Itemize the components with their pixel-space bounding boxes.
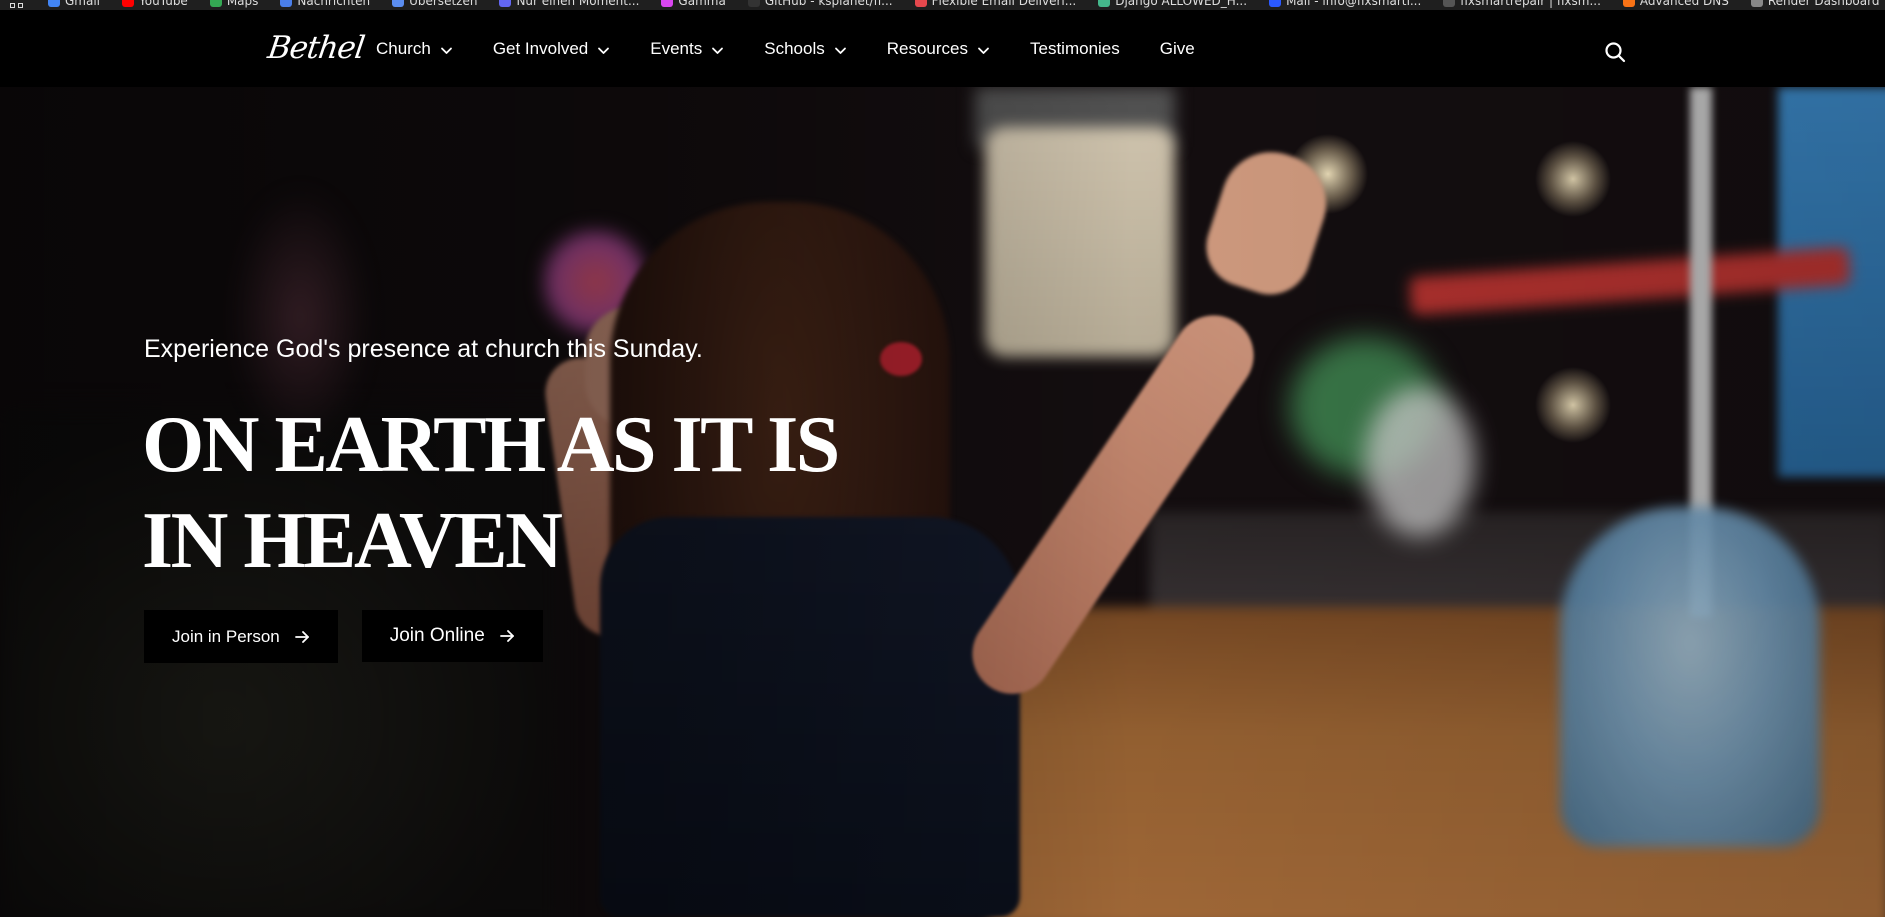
join-in-person-label: Join in Person (172, 626, 280, 646)
join-online-label: Join Online (389, 625, 485, 646)
nav-item-give[interactable]: Give (1160, 39, 1195, 59)
nav-item-label: Schools (764, 38, 825, 58)
chevron-down-icon (440, 42, 453, 55)
bookmark-item[interactable]: Nachrichten (280, 0, 370, 8)
nav-item-label: Testimonies (1030, 38, 1120, 58)
hero-subtitle: Experience God's presence at church this… (144, 335, 703, 363)
bookmark-item[interactable]: Flexible Email Deliveri... (914, 0, 1077, 8)
nav-item-label: Give (1159, 38, 1195, 58)
bookmark-item[interactable]: fixsmartrepair | fixsm... (1443, 0, 1601, 8)
bookmark-label: Nachrichten (297, 0, 371, 8)
bookmark-favicon-icon (122, 0, 135, 7)
bookmark-label: Gmail (65, 0, 101, 8)
bookmark-item[interactable]: GitHub - ksplanet/fl... (747, 0, 893, 8)
bookmark-item[interactable]: YouTube (122, 0, 188, 8)
bookmark-favicon-icon (747, 0, 760, 7)
bookmark-label: Render Dashboard (1767, 0, 1880, 8)
site-logo[interactable]: Bethel (265, 30, 366, 66)
bookmark-item[interactable]: Django ALLOWED_H... (1098, 0, 1247, 8)
bookmark-favicon-icon (1098, 0, 1111, 7)
bookmark-item[interactable]: Nur einen Moment... (499, 0, 639, 8)
bookmarks-list: Gmail YouTube Maps Nachrichten Übersetzen Nur… (0, 0, 1885, 10)
bookmark-item[interactable]: Render Dashboard (1750, 0, 1880, 8)
bookmark-item[interactable]: Advanced DNS (1622, 0, 1729, 8)
nav-item-testimonies[interactable]: Testimonies (1030, 39, 1120, 59)
hero-title-line2: IN HEAVEN (142, 497, 563, 585)
bookmark-favicon-icon (48, 0, 60, 7)
nav-item-get-involved[interactable]: Get Involved (493, 39, 610, 59)
bookmark-favicon-icon (1622, 0, 1635, 7)
nav-item-church[interactable]: Church (376, 39, 453, 59)
bookmark-item[interactable]: Maps (209, 0, 259, 8)
bookmark-favicon-icon (499, 0, 512, 7)
bookmark-label: Mail - info@fixsmartf... (1286, 0, 1422, 8)
bookmark-item[interactable]: Übersetzen (392, 0, 477, 8)
chevron-down-icon (834, 42, 847, 55)
chevron-down-icon (977, 42, 990, 55)
arrow-right-icon (499, 628, 515, 644)
bookmark-favicon-icon (1269, 0, 1282, 7)
bookmarks-bar: Gmail YouTube Maps Nachrichten Übersetzen Nur… (0, 0, 1885, 10)
bookmark-label: Flexible Email Deliveri... (931, 0, 1077, 8)
bookmark-favicon-icon (280, 0, 293, 7)
bookmark-label: Übersetzen (409, 0, 478, 8)
bookmark-item[interactable]: Mail - info@fixsmartf... (1269, 0, 1421, 8)
join-in-person-button[interactable]: Join in Person (144, 610, 338, 663)
apps-grid-icon[interactable] (10, 0, 24, 8)
hero-buttons: Join in Person Join Online (144, 610, 543, 663)
bookmark-label: Gamma (678, 0, 726, 8)
bookmark-label: GitHub - ksplanet/fl... (764, 0, 893, 8)
join-online-button[interactable]: Join Online (361, 610, 543, 662)
bookmark-favicon-icon (1750, 0, 1763, 7)
bookmark-item[interactable]: Gamma (661, 0, 726, 8)
bookmark-favicon-icon (209, 0, 222, 7)
chevron-down-icon (711, 42, 724, 55)
nav-item-label: Resources (886, 38, 968, 58)
bookmark-label: Nur einen Moment... (516, 0, 640, 8)
search-icon[interactable] (1603, 40, 1627, 64)
bookmark-label: Maps (226, 0, 259, 8)
nav-menu: Church Get Involved Events Schools Resources… (376, 10, 1235, 87)
nav-item-label: Church (376, 38, 431, 58)
bookmark-label: YouTube (139, 0, 188, 8)
nav-item-label: Events (650, 38, 703, 58)
bookmark-favicon-icon (914, 0, 927, 7)
nav-item-schools[interactable]: Schools (764, 39, 846, 59)
bookmark-label: fixsmartrepair | fixsm... (1460, 0, 1601, 8)
nav-item-resources[interactable]: Resources (887, 39, 990, 59)
hero-title-line1: ON EARTH AS IT IS (142, 401, 840, 489)
chevron-down-icon (597, 42, 610, 55)
bookmark-label: Django ALLOWED_H... (1115, 0, 1248, 8)
nav-item-label: Get Involved (492, 38, 589, 58)
bookmark-favicon-icon (1443, 0, 1456, 7)
nav-item-events[interactable]: Events (650, 39, 724, 59)
main-navbar: Bethel Church Get Involved Events Schools Re… (0, 10, 1885, 87)
hero-section: Experience God's presence at church this… (0, 87, 1885, 917)
hero-title: ON EARTH AS IT IS IN HEAVEN (142, 397, 842, 589)
bookmark-favicon-icon (661, 0, 674, 7)
arrow-right-icon (294, 629, 310, 645)
bookmark-label: Advanced DNS (1639, 0, 1729, 8)
bookmark-favicon-icon (392, 0, 405, 7)
bookmark-item[interactable]: Gmail (48, 0, 100, 8)
